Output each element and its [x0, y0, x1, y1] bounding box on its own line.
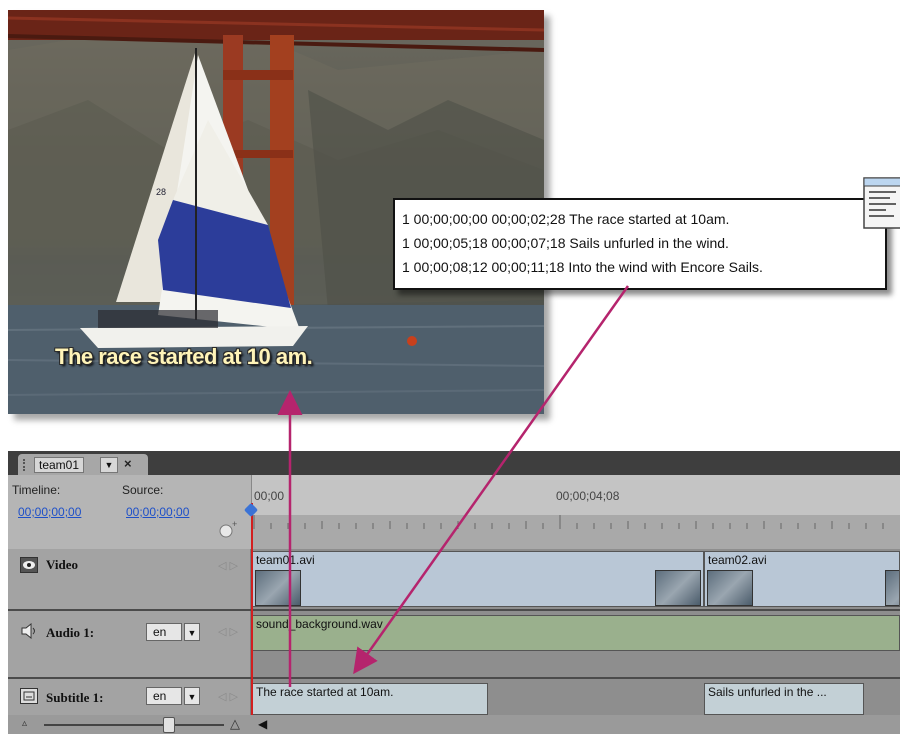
ruler-tick-band — [252, 515, 900, 549]
audio-track-body: sound_background.wav — [252, 611, 900, 677]
subtitle-script-file: 1 00;00;00;00 00;00;02;28 The race start… — [393, 198, 887, 290]
video-track-name: Video — [46, 557, 79, 572]
keyframe-nav-icon[interactable]: ◁ ▷ — [218, 690, 238, 703]
clip-thumbnail — [255, 570, 301, 606]
zoom-slider-thumb[interactable] — [163, 717, 175, 733]
ruler-start-label: 00;00 — [254, 489, 285, 503]
script-line-3: 1 00;00;08;12 00;00;11;18 Into the wind … — [402, 259, 763, 275]
close-icon[interactable]: × — [124, 456, 132, 471]
zoom-out-icon[interactable]: ▵ — [22, 718, 27, 729]
audio-track-header: Audio 1: en ▼ ◁ ▷ — [8, 611, 251, 677]
timeline-panel: team01 ▼ × Timeline: Source: 00;00;00;00… — [8, 451, 900, 734]
eye-icon[interactable] — [20, 557, 38, 573]
subtitle-clip-2[interactable]: Sails unfurled in the ... — [704, 683, 864, 715]
tab-name[interactable]: team01 — [34, 457, 85, 473]
clip-thumbnail — [655, 570, 701, 606]
subtitle-track-header: Subtitle 1: en ▼ ◁ ▷ — [8, 679, 251, 715]
zoom-slider-track[interactable] — [44, 724, 224, 726]
playhead-line[interactable] — [251, 503, 253, 734]
time-ruler[interactable]: 00;00 00;00;04;08 — [252, 475, 900, 549]
timeline-header: Timeline: Source: 00;00;00;00 00;00;00;0… — [8, 475, 900, 549]
subtitle-track-name: Subtitle 1: — [46, 690, 104, 705]
clip-label: team02.avi — [708, 553, 767, 567]
svg-text:28: 28 — [156, 187, 166, 197]
timeline-label: Timeline: — [12, 483, 61, 497]
subtitle-track-body: The race started at 10am. Sails unfurled… — [252, 679, 900, 715]
chevron-down-icon[interactable]: ▼ — [184, 623, 200, 641]
timeline-tab[interactable]: team01 ▼ × — [18, 454, 148, 475]
chevron-down-icon[interactable]: ▼ — [100, 457, 118, 473]
audio-track-name: Audio 1: — [46, 625, 95, 640]
keyframe-nav-icon[interactable]: ◁ ▷ — [218, 559, 238, 572]
video-track-header: Video ◁ ▷ — [8, 549, 251, 609]
audio-clip[interactable]: sound_background.wav — [252, 615, 900, 651]
scroll-left-icon[interactable]: ◀ — [258, 717, 267, 731]
chevron-down-icon[interactable]: ▼ — [184, 687, 200, 705]
keyframe-nav-icon[interactable]: ◁ ▷ — [218, 625, 238, 638]
subtitle-clip-1[interactable]: The race started at 10am. — [252, 683, 488, 715]
video-clip-1[interactable]: team01.avi — [252, 551, 704, 607]
audio-language-select[interactable]: en — [146, 623, 182, 641]
video-track-body: team01.avi team02.avi — [252, 549, 900, 609]
snap-magnet-icon[interactable]: + — [218, 519, 240, 539]
subtitle-track-icon[interactable] — [20, 688, 38, 704]
timeline-timecode[interactable]: 00;00;00;00 — [18, 505, 81, 519]
subtitle-language-select[interactable]: en — [146, 687, 182, 705]
clip-label: Sails unfurled in the ... — [708, 685, 827, 699]
video-clip-2[interactable]: team02.avi — [704, 551, 900, 607]
speaker-icon[interactable] — [20, 623, 38, 639]
source-timecode[interactable]: 00;00;00;00 — [126, 505, 189, 519]
clip-label: team01.avi — [256, 553, 315, 567]
zoom-in-icon[interactable]: △ — [230, 716, 240, 732]
zoom-bar: ▵ △ ◀ — [8, 715, 900, 734]
clip-thumbnail — [707, 570, 753, 606]
clip-label: The race started at 10am. — [256, 685, 394, 699]
ruler-ticks — [253, 515, 884, 529]
clip-label: sound_background.wav — [256, 617, 383, 631]
video-subtitle-caption: The race started at 10 am. — [55, 344, 313, 369]
clip-thumbnail — [885, 570, 899, 606]
tab-strip: team01 ▼ × — [8, 451, 900, 475]
source-label: Source: — [122, 483, 164, 497]
script-line-2: 1 00;00;05;18 00;00;07;18 Sails unfurled… — [402, 235, 729, 251]
tab-grip-icon[interactable] — [23, 459, 29, 471]
svg-text:+: + — [232, 519, 237, 529]
timecode-area: Timeline: Source: 00;00;00;00 00;00;00;0… — [8, 475, 252, 549]
notepad-text-file-icon — [863, 177, 900, 229]
ruler-mark-label: 00;00;04;08 — [556, 489, 620, 503]
script-line-1: 1 00;00;00;00 00;00;02;28 The race start… — [402, 211, 730, 227]
